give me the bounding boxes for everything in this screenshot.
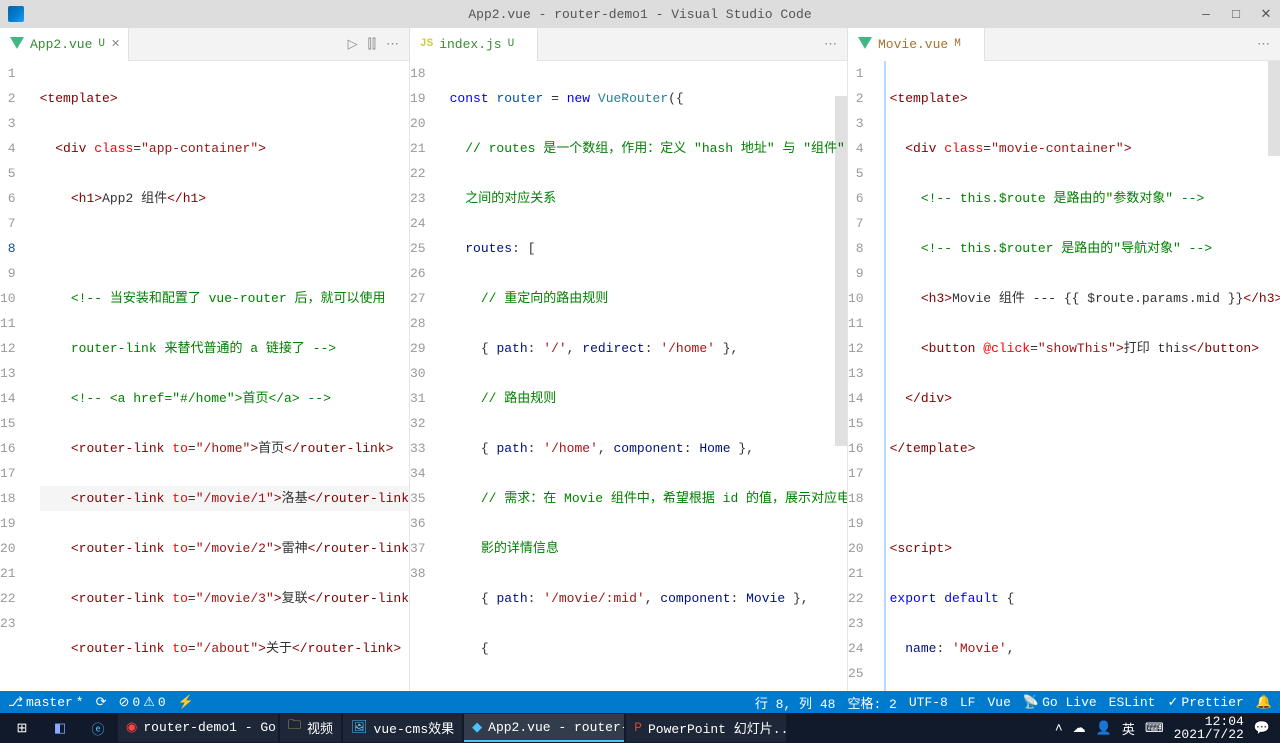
vue-file-icon — [858, 37, 872, 51]
scrollbar-thumb[interactable] — [835, 96, 847, 446]
tray-up-icon[interactable]: ˄ — [1055, 721, 1063, 736]
tab-close-icon[interactable]: ✕ — [967, 37, 976, 51]
git-status-u: U — [508, 38, 515, 50]
tab-label: Movie.vue — [878, 37, 948, 52]
git-status-m: M — [954, 38, 961, 50]
git-branch-status[interactable]: ⎇ master* — [8, 695, 84, 710]
tab-close-icon[interactable]: ✕ — [520, 37, 529, 51]
editor-pane-3[interactable]: 1234567891011121314151617181920212223242… — [848, 61, 1280, 691]
window-titlebar: App2.vue - router-demo1 - Visual Studio … — [0, 0, 1280, 28]
tab-label: App2.vue — [30, 37, 92, 52]
taskbar-explorer[interactable]: 🗀视频 — [280, 714, 341, 742]
errors-status[interactable]: ⊘ 0 ⚠ 0 — [119, 695, 166, 710]
scrollbar-thumb[interactable] — [1268, 61, 1280, 156]
more-actions-icon[interactable]: ⋯ — [1257, 37, 1270, 52]
run-icon[interactable]: ▷ — [348, 37, 358, 52]
ime-mode[interactable]: ⌨ — [1145, 721, 1164, 736]
cursor-position[interactable]: 行 8, 列 48 — [755, 693, 836, 712]
language-mode[interactable]: Vue — [987, 695, 1010, 710]
eol-status[interactable]: LF — [960, 695, 976, 710]
go-live-button[interactable]: 📡 Go Live — [1023, 695, 1097, 710]
tab-close-icon[interactable]: ✕ — [111, 37, 120, 51]
port-icon[interactable]: ⚡ — [178, 695, 194, 710]
indentation-status[interactable]: 空格: 2 — [847, 693, 896, 712]
editor-area: 1234567891011121314151617181920212223 <t… — [0, 61, 1280, 691]
more-actions-icon[interactable]: ⋯ — [386, 37, 399, 52]
taskbar-vscode[interactable]: ◆App2.vue - router-... — [464, 714, 624, 742]
split-editor-icon[interactable]: ⫿⫿ — [368, 37, 376, 52]
windows-taskbar: ⊞ ◧ ⓔ ◉router-demo1 - Go... 🗀视频 🖼vue-cms… — [0, 713, 1280, 743]
tab-movie-vue[interactable]: Movie.vue M ✕ — [848, 28, 985, 61]
vscode-icon — [8, 6, 24, 22]
code-content[interactable]: <template> <div class="movie-container">… — [886, 61, 1280, 691]
encoding-status[interactable]: UTF-8 — [909, 695, 948, 710]
action-center-icon[interactable]: 💬 — [1254, 721, 1270, 736]
taskbar-chrome[interactable]: ◉router-demo1 - Go... — [118, 714, 278, 742]
edge-icon[interactable]: ⓔ — [80, 714, 116, 742]
line-gutter: 1234567891011121314151617181920212223 — [0, 61, 36, 691]
eslint-status[interactable]: ESLint — [1109, 695, 1156, 710]
vue-file-icon — [10, 37, 24, 51]
start-menu-button[interactable]: ⊞ — [4, 714, 40, 742]
line-gutter: 1819202122232425262728293031323334353637… — [410, 61, 446, 691]
line-gutter: 1234567891011121314151617181920212223242… — [848, 61, 886, 691]
editor-tabs-row: App2.vue U ✕ ▷ ⫿⫿ ⋯ JS index.js U ✕ ⋯ Mo… — [0, 28, 1280, 61]
taskbar-image[interactable]: 🖼vue-cms效果 — [343, 714, 462, 742]
git-status-u: U — [98, 38, 105, 50]
prettier-status[interactable]: ✓ Prettier — [1167, 695, 1243, 710]
tab-app2-vue[interactable]: App2.vue U ✕ — [0, 28, 129, 61]
tab-index-js[interactable]: JS index.js U ✕ — [410, 28, 538, 61]
editor-pane-1[interactable]: 1234567891011121314151617181920212223 <t… — [0, 61, 410, 691]
clock[interactable]: 12:042021/7/22 — [1174, 715, 1244, 741]
taskbar-powerpoint[interactable]: PPowerPoint 幻灯片... — [626, 714, 786, 742]
tray-people-icon[interactable]: 👤 — [1096, 721, 1112, 736]
window-maximize-button[interactable]: □ — [1230, 7, 1242, 22]
notifications-icon[interactable]: 🔔 — [1256, 695, 1272, 710]
window-close-button[interactable]: ✕ — [1260, 7, 1272, 22]
js-file-icon: JS — [420, 38, 433, 50]
tray-cloud-icon[interactable]: ☁ — [1073, 721, 1086, 736]
window-title: App2.vue - router-demo1 - Visual Studio … — [208, 7, 1072, 22]
editor-pane-2[interactable]: 1819202122232425262728293031323334353637… — [410, 61, 848, 691]
window-minimize-button[interactable]: — — [1200, 7, 1212, 22]
code-content[interactable]: <template> <div class="app-container"> <… — [36, 61, 410, 691]
code-content[interactable]: const router = new VueRouter({ // routes… — [446, 61, 848, 691]
task-view-icon[interactable]: ◧ — [42, 714, 78, 742]
tab-label: index.js — [439, 37, 501, 52]
sync-icon[interactable]: ⟳ — [96, 695, 107, 710]
more-actions-icon[interactable]: ⋯ — [824, 37, 837, 52]
ime-indicator[interactable]: 英 — [1122, 719, 1135, 738]
status-bar: ⎇ master* ⟳ ⊘ 0 ⚠ 0 ⚡ 行 8, 列 48 空格: 2 UT… — [0, 691, 1280, 713]
